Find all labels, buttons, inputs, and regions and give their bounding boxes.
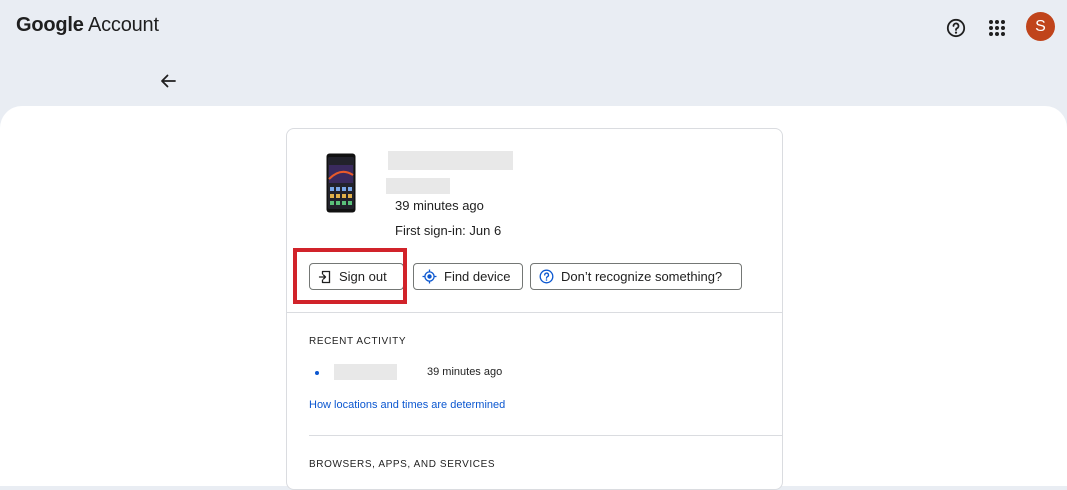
back-button[interactable] bbox=[152, 66, 184, 96]
redacted-device-detail bbox=[386, 178, 450, 194]
device-card: 39 minutes ago First sign-in: Jun 6 Sign… bbox=[286, 128, 783, 490]
redacted-activity-location bbox=[334, 364, 397, 380]
top-bar: Google Account S bbox=[0, 0, 1067, 56]
divider bbox=[309, 435, 782, 436]
locations-times-link[interactable]: How locations and times are determined bbox=[309, 399, 505, 411]
last-seen-text: 39 minutes ago bbox=[395, 198, 484, 213]
locate-icon bbox=[422, 269, 437, 284]
google-account-logo[interactable]: Google Account bbox=[16, 14, 159, 37]
divider bbox=[287, 312, 782, 313]
help-icon[interactable] bbox=[940, 12, 972, 44]
avatar-initial: S bbox=[1035, 17, 1046, 35]
activity-bullet bbox=[315, 371, 319, 375]
brand-account: Account bbox=[87, 14, 159, 36]
find-device-button[interactable]: Find device bbox=[413, 263, 523, 290]
find-device-label: Find device bbox=[444, 269, 511, 284]
redacted-device-name bbox=[388, 151, 513, 170]
apps-grid-icon[interactable] bbox=[981, 12, 1013, 44]
arrow-left-icon bbox=[161, 74, 176, 88]
activity-time: 39 minutes ago bbox=[427, 366, 503, 378]
dont-recognize-button[interactable]: Don’t recognize something? bbox=[530, 263, 742, 290]
avatar[interactable]: S bbox=[1026, 12, 1055, 41]
dont-recognize-label: Don’t recognize something? bbox=[561, 269, 723, 284]
brand-google: Google bbox=[16, 14, 84, 36]
first-signin-text: First sign-in: Jun 6 bbox=[395, 223, 502, 238]
question-circle-icon bbox=[539, 269, 554, 284]
phone-device-icon bbox=[326, 153, 356, 213]
recent-activity-heading: RECENT ACTIVITY bbox=[309, 336, 407, 347]
sign-out-highlight-box bbox=[293, 248, 407, 304]
browsers-apps-heading: BROWSERS, APPS, AND SERVICES bbox=[309, 459, 496, 470]
